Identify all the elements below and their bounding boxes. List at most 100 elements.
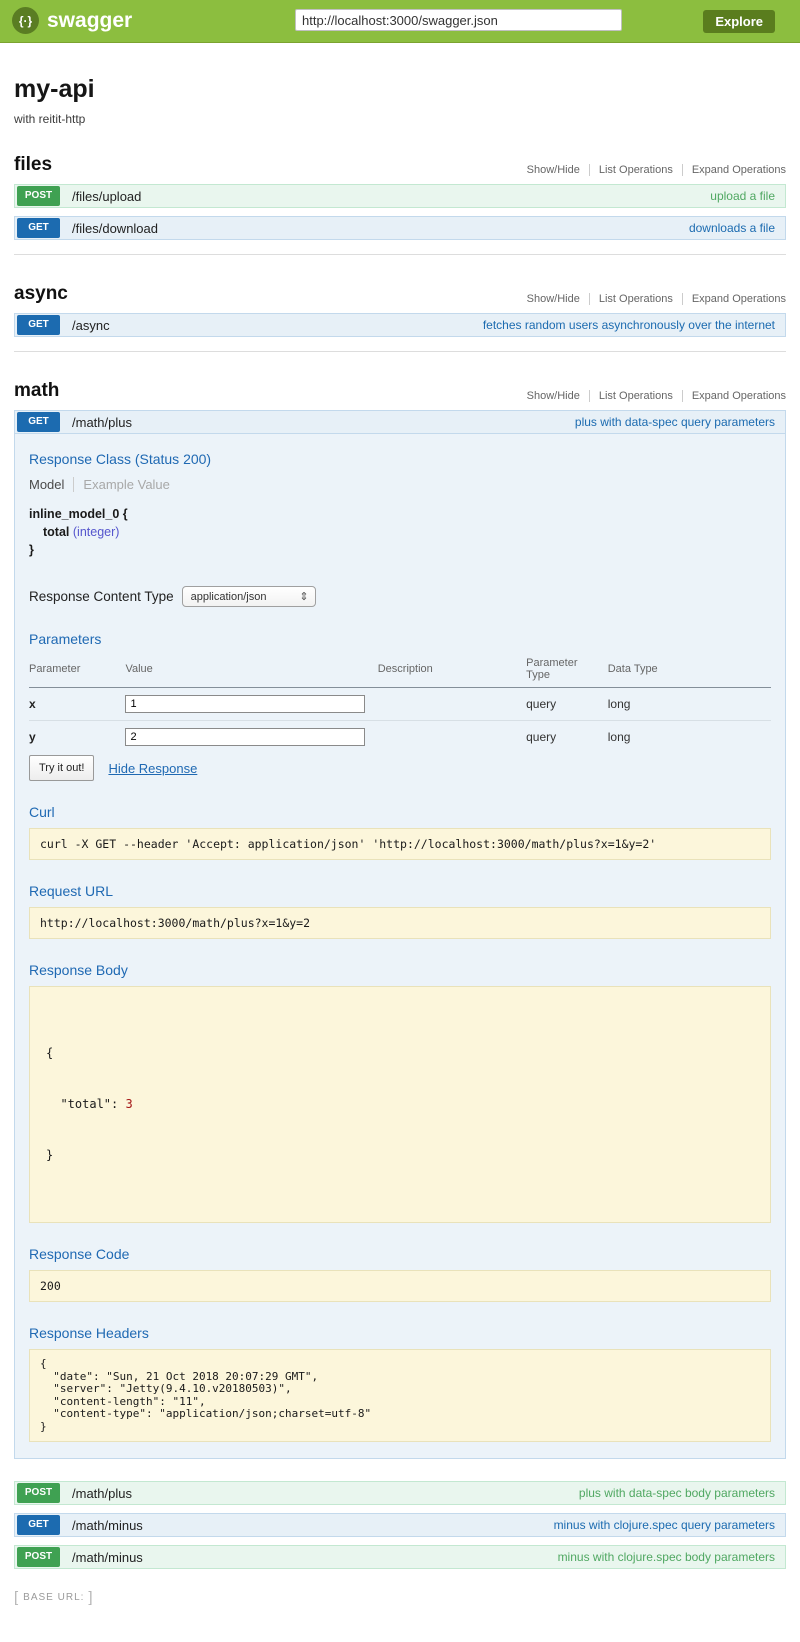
col-description: Description (378, 651, 526, 688)
expand-operations-link[interactable]: Expand Operations (692, 293, 786, 305)
col-data-type: Data Type (608, 651, 771, 688)
endpoint-path[interactable]: /files/upload (72, 189, 141, 204)
options-divider (589, 164, 590, 176)
response-code-block: 200 (29, 1270, 771, 1302)
explore-button[interactable]: Explore (703, 10, 775, 33)
resource-header: async Show/Hide List Operations Expand O… (14, 283, 786, 305)
tab-example-value[interactable]: Example Value (83, 477, 169, 492)
resource-options: Show/Hide List Operations Expand Operati… (527, 164, 786, 176)
resource-options: Show/Hide List Operations Expand Operati… (527, 293, 786, 305)
endpoint-summary[interactable]: upload a file (710, 189, 775, 203)
show-hide-link[interactable]: Show/Hide (527, 390, 580, 402)
endpoint-row-get-files-download[interactable]: GET /files/download downloads a file (14, 216, 786, 240)
endpoint-path[interactable]: /math/plus (72, 415, 132, 430)
try-row: Try it out! Hide Response (29, 755, 771, 781)
api-description: with reitit-http (14, 112, 786, 126)
json-open-brace: { (46, 1045, 754, 1062)
json-number-value: 3 (125, 1097, 132, 1111)
endpoint-path[interactable]: /math/minus (72, 1518, 143, 1533)
resource-section-async: async Show/Hide List Operations Expand O… (14, 283, 786, 352)
curl-command-block: curl -X GET --header 'Accept: applicatio… (29, 828, 771, 860)
resource-title-files[interactable]: files (14, 154, 52, 176)
parameter-row-x: x query long (29, 688, 771, 721)
model-property-type: (integer) (73, 525, 120, 539)
options-divider (682, 164, 683, 176)
param-value-input-x[interactable] (125, 695, 365, 713)
resource-title-async[interactable]: async (14, 283, 68, 305)
resource-title-math[interactable]: math (14, 380, 59, 402)
endpoint-summary[interactable]: downloads a file (689, 221, 775, 235)
resource-header: math Show/Hide List Operations Expand Op… (14, 380, 786, 402)
method-badge-post: POST (17, 186, 60, 206)
col-value: Value (125, 651, 377, 688)
selected-content-type: application/json (191, 591, 267, 603)
response-content-type-label: Response Content Type (29, 589, 174, 604)
endpoint-row-post-math-minus[interactable]: POST /math/minus minus with clojure.spec… (14, 1545, 786, 1569)
request-url-block: http://localhost:3000/math/plus?x=1&y=2 (29, 907, 771, 939)
base-url-label: BASE URL: (23, 1592, 84, 1603)
try-it-out-button[interactable]: Try it out! (29, 755, 94, 781)
response-class-heading: Response Class (Status 200) (29, 451, 771, 467)
endpoint-path[interactable]: /async (72, 318, 110, 333)
options-divider (682, 293, 683, 305)
request-url-heading: Request URL (29, 883, 771, 899)
json-close-brace: } (46, 1147, 754, 1164)
endpoint-summary[interactable]: fetches random users asynchronously over… (483, 318, 775, 332)
model-open-line: inline_model_0 { (29, 505, 771, 523)
model-property-name: total (43, 525, 69, 539)
parameters-header-row: Parameter Value Description Parameter Ty… (29, 651, 771, 688)
page-content: my-api with reitit-http files Show/Hide … (0, 75, 800, 1642)
endpoint-summary[interactable]: minus with clojure.spec query parameters (554, 1518, 775, 1532)
col-parameter: Parameter (29, 651, 125, 688)
endpoint-row-get-async[interactable]: GET /async fetches random users asynchro… (14, 313, 786, 337)
footer-close-bracket: ] (88, 1589, 93, 1606)
parameter-row-y: y query long (29, 721, 771, 754)
resource-section-files: files Show/Hide List Operations Expand O… (14, 154, 786, 255)
json-key: "total": (46, 1097, 125, 1111)
endpoint-path[interactable]: /math/minus (72, 1550, 143, 1565)
endpoint-row-post-files-upload[interactable]: POST /files/upload upload a file (14, 184, 786, 208)
show-hide-link[interactable]: Show/Hide (527, 164, 580, 176)
expand-operations-link[interactable]: Expand Operations (692, 390, 786, 402)
list-operations-link[interactable]: List Operations (599, 390, 673, 402)
swagger-brand[interactable]: {·} swagger (12, 7, 132, 34)
hide-response-link[interactable]: Hide Response (108, 761, 197, 776)
response-headers-json: { "date": "Sun, 21 Oct 2018 20:07:29 GMT… (40, 1358, 760, 1433)
method-badge-post: POST (17, 1547, 60, 1567)
col-parameter-type: Parameter Type (526, 651, 608, 688)
param-description (378, 721, 526, 754)
list-operations-link[interactable]: List Operations (599, 164, 673, 176)
endpoint-summary[interactable]: plus with data-spec body parameters (579, 1486, 775, 1500)
options-divider (589, 293, 590, 305)
operation-detail-panel: Response Class (Status 200) Model Exampl… (14, 434, 786, 1459)
method-badge-get: GET (17, 218, 60, 238)
endpoint-row-get-math-minus[interactable]: GET /math/minus minus with clojure.spec … (14, 1513, 786, 1537)
endpoint-summary[interactable]: plus with data-spec query parameters (575, 415, 775, 429)
show-hide-link[interactable]: Show/Hide (527, 293, 580, 305)
endpoint-summary[interactable]: minus with clojure.spec body parameters (558, 1550, 775, 1564)
tab-divider (73, 477, 74, 492)
response-headers-heading: Response Headers (29, 1325, 771, 1341)
endpoint-path[interactable]: /math/plus (72, 1486, 132, 1501)
footer-open-bracket: [ (14, 1589, 19, 1606)
endpoint-path[interactable]: /files/download (72, 221, 158, 236)
list-operations-link[interactable]: List Operations (599, 293, 673, 305)
param-data-type: long (608, 688, 771, 721)
param-description (378, 688, 526, 721)
tab-model[interactable]: Model (29, 477, 64, 492)
endpoint-row-get-math-plus[interactable]: GET /math/plus plus with data-spec query… (14, 410, 786, 434)
param-name: x (29, 688, 125, 721)
response-headers-block: { "date": "Sun, 21 Oct 2018 20:07:29 GMT… (29, 1349, 771, 1442)
api-title: my-api (14, 75, 786, 104)
endpoint-row-post-math-plus[interactable]: POST /math/plus plus with data-spec body… (14, 1481, 786, 1505)
expand-operations-link[interactable]: Expand Operations (692, 164, 786, 176)
param-type: query (526, 721, 608, 754)
response-content-type-select[interactable]: application/json ⇕ (182, 586, 316, 607)
param-value-input-y[interactable] (125, 728, 365, 746)
operation-get-math-plus: GET /math/plus plus with data-spec query… (14, 410, 786, 1459)
spec-url-input[interactable] (295, 9, 622, 31)
response-code-heading: Response Code (29, 1246, 771, 1262)
parameters-table: Parameter Value Description Parameter Ty… (29, 651, 771, 753)
response-content-type-row: Response Content Type application/json ⇕ (29, 586, 771, 607)
model-signature: inline_model_0 { total (integer) } (29, 505, 771, 559)
